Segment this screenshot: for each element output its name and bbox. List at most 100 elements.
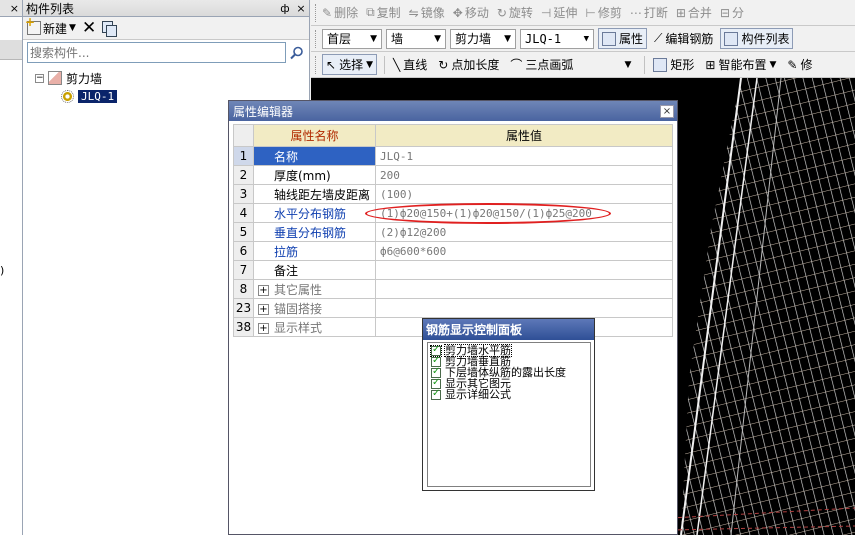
chevron-down-icon: ▼ <box>366 59 373 70</box>
arc-button[interactable]: ⌒ 三点画弧 <box>506 54 577 75</box>
rotate-tool[interactable]: ↻ 旋转 <box>497 4 533 21</box>
category-value: 墙 <box>391 32 404 46</box>
expand-icon[interactable]: + <box>258 322 269 334</box>
left-strip-close-icon[interactable]: × <box>10 2 19 15</box>
point-length-icon: ↻ <box>438 57 449 72</box>
component-value: JLQ-1 <box>525 31 562 46</box>
pencil-icon: ✎ <box>322 5 333 20</box>
floor-select[interactable]: 首层 ▼ <box>322 28 382 49</box>
close-icon[interactable]: × <box>660 104 674 118</box>
copy-tool[interactable]: ⧉ 复制 <box>366 4 401 21</box>
row-number: 7 <box>233 260 254 280</box>
group-name: 显示样式 <box>274 320 323 335</box>
row-number: 3 <box>233 184 254 204</box>
category-select[interactable]: 墙 ▼ <box>386 28 446 49</box>
property-name: 垂直分布钢筋 <box>253 222 376 242</box>
split-tool[interactable]: ⊟ 分 <box>720 4 744 21</box>
new-label: 新建 <box>43 21 68 36</box>
draw-toolbar: ↖ 选择 ▼ ╲ 直线 ↻ 点加长度 ⌒ 三点画弧 ▼ 矩形 ⊞ 智能布置 ▼ ✎ 修 <box>311 52 855 78</box>
option-label: 显示详细公式 <box>445 388 511 401</box>
checkbox[interactable] <box>431 388 441 400</box>
merge-tool[interactable]: ⊞ 合并 <box>676 4 712 21</box>
row-number: 6 <box>233 241 254 261</box>
point-length-button[interactable]: ↻ 点加长度 <box>434 54 503 75</box>
search-icon[interactable] <box>286 42 307 63</box>
copy-icon[interactable] <box>102 21 118 37</box>
component-list-header: 构件列表 ф × <box>23 0 309 17</box>
new-component-button[interactable]: 新建 ▼ <box>25 15 76 37</box>
component-list-label: 构件列表 <box>741 32 790 46</box>
property-group-other[interactable]: 8 + 其它属性 <box>233 279 673 299</box>
modify-icon: ✎ <box>787 57 798 72</box>
property-editor-titlebar[interactable]: 属性编辑器 × <box>229 101 677 121</box>
close-icon[interactable]: × <box>293 2 309 15</box>
select-button[interactable]: ↖ 选择 ▼ <box>322 54 377 75</box>
properties-label: 属性 <box>619 32 644 46</box>
collapse-icon[interactable]: − <box>35 73 44 83</box>
delete-tool[interactable]: ✎ 删除 <box>322 4 358 21</box>
property-value-header: 属性值 <box>375 124 673 147</box>
property-group-anchorage[interactable]: 23 + 锚固搭接 <box>233 298 673 318</box>
modify-button[interactable]: ✎ 修 <box>783 54 816 75</box>
mirror-tool[interactable]: ⇋ 镜像 <box>409 4 445 21</box>
extend-tool[interactable]: ⊣ 延伸 <box>541 4 577 21</box>
property-row-remark[interactable]: 7 备注 <box>233 260 673 280</box>
property-row-thickness[interactable]: 2 厚度(mm) 200 <box>233 165 673 185</box>
group-name: 锚固搭接 <box>274 301 323 316</box>
smart-layout-button[interactable]: ⊞ 智能布置 ▼ <box>701 54 780 75</box>
expand-icon[interactable]: + <box>258 303 269 315</box>
edit-rebar-button[interactable]: ⟋ 编辑钢筋 <box>650 28 717 49</box>
component-select[interactable]: JLQ-1 ▼ <box>520 28 594 49</box>
row-number: 38 <box>233 317 254 337</box>
property-row-tie-bar[interactable]: 6 拉筋 ф6@600*600 <box>233 241 673 261</box>
property-row-vertical-rebar[interactable]: 5 垂直分布钢筋 (2)ф12@200 <box>233 222 673 242</box>
property-row-axis-offset[interactable]: 3 轴线距左墙皮距离 (100) <box>233 184 673 204</box>
tree-group-label: 剪力墙 <box>66 71 103 86</box>
rect-button[interactable]: 矩形 <box>649 54 698 75</box>
property-row-name[interactable]: 1 名称 JLQ-1 <box>233 146 673 166</box>
component-list-button[interactable]: 构件列表 <box>720 28 794 49</box>
edit-rebar-icon: ⟋ <box>654 31 663 45</box>
copy-tool-icon: ⧉ <box>366 5 375 19</box>
property-value[interactable] <box>375 260 673 280</box>
row-number: 4 <box>233 203 254 223</box>
toolbar-grip <box>315 29 318 48</box>
mirror-tool-label: 镜像 <box>420 6 445 20</box>
delete-icon[interactable]: ✕ <box>82 19 96 37</box>
property-value[interactable]: (100) <box>375 184 673 204</box>
edit-rebar-label: 编辑钢筋 <box>665 32 714 46</box>
property-value[interactable]: 200 <box>375 165 673 185</box>
rect-label: 矩形 <box>670 58 695 72</box>
expand-icon[interactable]: + <box>258 284 269 296</box>
rebar-option-detailed-formula[interactable]: 显示详细公式 <box>431 388 590 401</box>
rebar-panel-titlebar[interactable]: 钢筋显示控制面板 <box>423 319 594 340</box>
line-icon: ╲ <box>393 57 401 72</box>
chevron-down-icon: ▼ <box>434 33 441 44</box>
point-length-label: 点加长度 <box>451 58 500 72</box>
line-button[interactable]: ╲ 直线 <box>389 54 431 75</box>
selector-toolbar: 首层 ▼ 墙 ▼ 剪力墙 ▼ JLQ-1 ▼ 属性 ⟋ 编辑钢筋 构件列表 <box>311 26 855 52</box>
search-input[interactable] <box>27 42 286 63</box>
break-tool[interactable]: ⋯ 打断 <box>630 4 668 21</box>
pin-icon[interactable]: ф <box>277 2 293 15</box>
tree-item-jlq-1[interactable]: JLQ-1 <box>61 87 118 105</box>
cursor-icon: ↖ <box>326 57 337 72</box>
delete-tool-label: 删除 <box>334 6 359 20</box>
property-value[interactable]: (2)ф12@200 <box>375 222 673 242</box>
chevron-down-icon: ▼ <box>370 33 377 44</box>
property-value[interactable]: ф6@600*600 <box>375 241 673 261</box>
rebar-display-panel: 钢筋显示控制面板 剪力墙水平筋 剪力墙垂直筋 下层墙体纵筋的露出长度 显示其它图… <box>422 318 595 491</box>
type-select[interactable]: 剪力墙 ▼ <box>450 28 516 49</box>
row-number: 2 <box>233 165 254 185</box>
smart-layout-icon: ⊞ <box>705 57 716 72</box>
property-value[interactable]: JLQ-1 <box>375 146 673 166</box>
properties-button[interactable]: 属性 <box>598 28 648 49</box>
trim-tool[interactable]: ⊢ 修剪 <box>585 4 621 21</box>
row-number: 8 <box>233 279 254 299</box>
move-tool[interactable]: ✥ 移动 <box>453 4 489 21</box>
tree-group-shear-wall[interactable]: − 剪力墙 <box>35 69 117 87</box>
dropdown-arrow-icon[interactable]: ▼ <box>69 23 76 33</box>
merge-tool-label: 合并 <box>687 6 712 20</box>
arc-mode-select[interactable]: ▼ <box>580 55 636 75</box>
rebar-panel-title: 钢筋显示控制面板 <box>426 323 523 337</box>
